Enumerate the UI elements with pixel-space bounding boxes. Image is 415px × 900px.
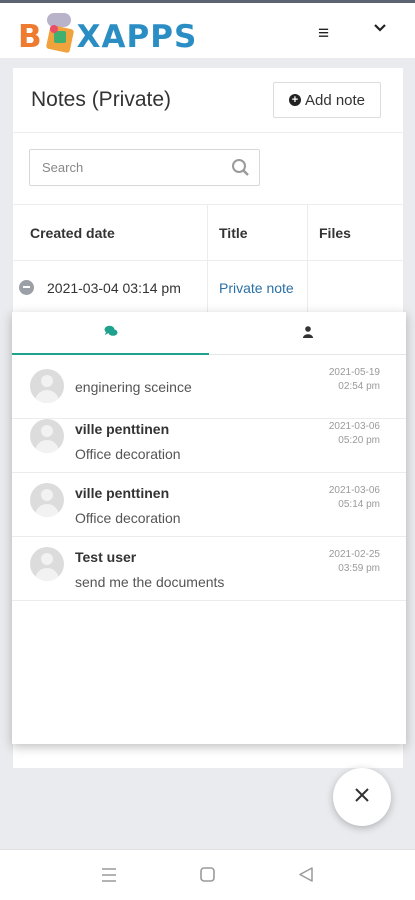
divider: [13, 132, 403, 133]
message-author: Test user: [75, 549, 137, 565]
search-box: [29, 149, 260, 186]
table-header-top-border: [13, 204, 403, 205]
user-icon: [302, 325, 313, 343]
message-text: Office decoration: [75, 510, 181, 526]
message-date: 2021-03-06: [328, 485, 380, 496]
hamburger-menu-icon[interactable]: ≡: [318, 23, 329, 45]
message-author: ville penttinen: [75, 485, 170, 501]
plus-circle-icon: +: [288, 94, 301, 106]
cell-title-link[interactable]: Private note: [219, 280, 294, 296]
column-header-files[interactable]: Files: [319, 225, 351, 241]
message-text: enginering sceince: [75, 379, 192, 395]
column-divider: [307, 204, 308, 312]
add-note-button[interactable]: + Add note: [273, 82, 381, 118]
message-item[interactable]: ville penttinen Office decoration 2021-0…: [12, 409, 406, 473]
message-date: 2021-02-25: [328, 549, 380, 560]
page-title: Notes (Private): [31, 88, 172, 111]
chat-tabs: [12, 312, 406, 355]
back-icon[interactable]: [299, 867, 313, 887]
avatar: [30, 369, 64, 403]
avatar: [30, 419, 64, 453]
chat-panel: enginering sceince 2021-05-19 02:54 pm v…: [12, 312, 406, 744]
logo-letter-b: B: [18, 19, 43, 55]
message-date: 2021-03-06: [328, 421, 380, 432]
message-text: Office decoration: [75, 446, 181, 462]
message-author: ville penttinen: [75, 421, 170, 437]
message-time: 05:20 pm: [338, 435, 380, 446]
search-input[interactable]: [30, 150, 220, 185]
search-icon[interactable]: [231, 158, 250, 182]
column-divider: [207, 204, 208, 312]
message-text: send me the documents: [75, 574, 225, 590]
column-header-title[interactable]: Title: [219, 225, 248, 241]
message-date: 2021-05-19: [328, 367, 380, 378]
close-icon: [354, 787, 370, 808]
android-nav-bar: [0, 849, 415, 900]
comments-icon: [104, 324, 118, 342]
table-row-border: [13, 260, 403, 261]
tab-comments[interactable]: [12, 312, 209, 355]
add-note-label: Add note: [304, 91, 366, 109]
avatar: [30, 483, 64, 517]
column-header-created-date[interactable]: Created date: [30, 225, 115, 241]
avatar: [30, 547, 64, 581]
recents-icon[interactable]: [101, 866, 117, 889]
message-item[interactable]: Test user send me the documents 2021-02-…: [12, 537, 406, 601]
home-icon[interactable]: [200, 867, 215, 887]
close-chat-button[interactable]: [333, 768, 391, 826]
boxapps-logo[interactable]: B XAPPS: [18, 13, 198, 57]
logo-box-icon: [44, 13, 76, 54]
cell-created-date: 2021-03-04 03:14 pm: [47, 280, 181, 296]
message-time: 02:54 pm: [338, 381, 380, 392]
message-item[interactable]: ville penttinen Office decoration 2021-0…: [12, 473, 406, 537]
logo-text: XAPPS: [76, 19, 198, 55]
tab-users[interactable]: [209, 312, 406, 355]
app-header: B XAPPS ≡: [0, 3, 415, 58]
chevron-down-icon[interactable]: [373, 21, 387, 40]
message-time: 03:59 pm: [338, 563, 380, 574]
message-time: 05:14 pm: [338, 499, 380, 510]
collapse-row-icon[interactable]: [19, 280, 34, 295]
